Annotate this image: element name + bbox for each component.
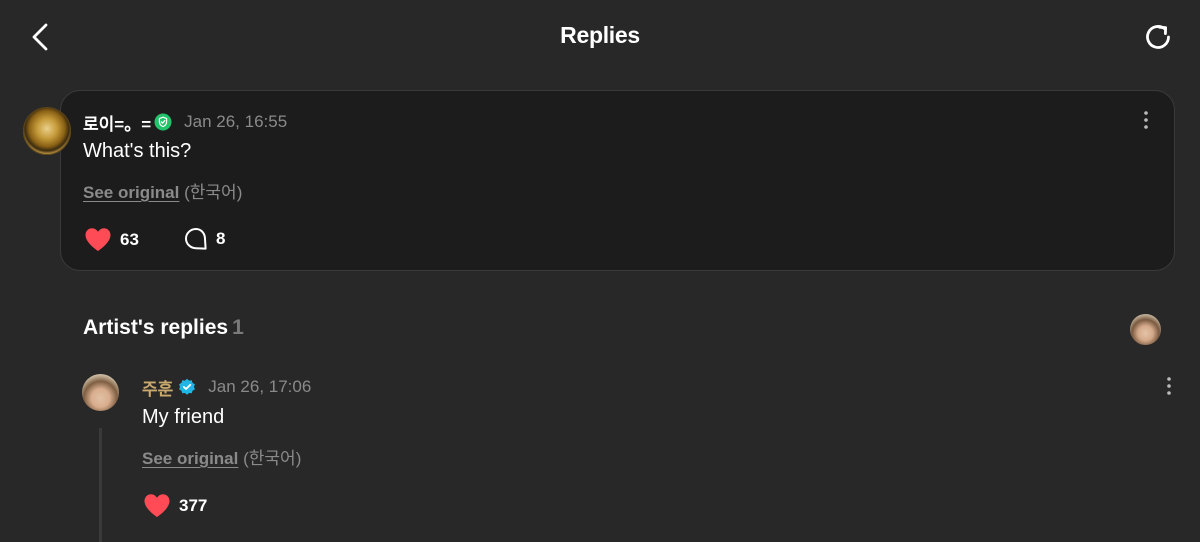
page-title: Replies [560, 22, 640, 48]
reply-avatar[interactable] [82, 374, 119, 411]
artist-replies-title: Artist's replies 1 [83, 316, 244, 340]
reply-more-button[interactable] [1159, 371, 1179, 401]
artist-avatar[interactable] [1130, 314, 1161, 345]
thread-line [99, 428, 102, 542]
artist-replies-label: Artist's replies [83, 316, 229, 339]
see-original-link[interactable]: See original [83, 183, 179, 202]
refresh-button[interactable] [1138, 17, 1178, 57]
reply-text: My friend [142, 406, 225, 428]
reply-like-button[interactable]: 377 [143, 493, 207, 518]
verified-icon [179, 378, 196, 395]
refresh-icon [1146, 25, 1170, 49]
more-icon [1167, 377, 1171, 395]
reply-count-button[interactable]: 8 [184, 227, 225, 251]
heart-icon [85, 228, 111, 251]
comment-more-button[interactable] [1136, 105, 1156, 135]
like-button[interactable]: 63 [84, 227, 139, 252]
see-original-link[interactable]: See original [142, 449, 238, 468]
reply-timestamp: Jan 26, 17:06 [208, 377, 312, 396]
comment-translation: See original (한국어) [83, 178, 242, 203]
like-count: 63 [120, 229, 139, 249]
more-icon [1144, 111, 1148, 129]
original-language: (한국어) [243, 449, 302, 468]
reply-translation: See original (한국어) [142, 444, 301, 469]
comment-icon [185, 228, 207, 250]
comment-header: 로이=。= Jan 26, 16:55 [83, 110, 287, 134]
reply-like-count: 377 [179, 495, 208, 515]
reply-count: 8 [216, 229, 226, 248]
avatar[interactable] [23, 107, 71, 155]
reply-author[interactable]: 주훈 [142, 375, 173, 400]
artist-replies-count: 1 [232, 316, 244, 339]
original-language: (한국어) [184, 183, 243, 202]
replies-page: Replies 로이=。= Jan 26, 16:55 What's this?… [0, 0, 1200, 542]
heart-icon [144, 494, 170, 517]
comment-text: What's this? [83, 140, 192, 162]
comment-timestamp: Jan 26, 16:55 [184, 112, 288, 131]
reply-header: 주훈 Jan 26, 17:06 [142, 375, 311, 399]
verified-icon [154, 113, 172, 131]
comment-author[interactable]: 로이=。= [83, 110, 151, 135]
